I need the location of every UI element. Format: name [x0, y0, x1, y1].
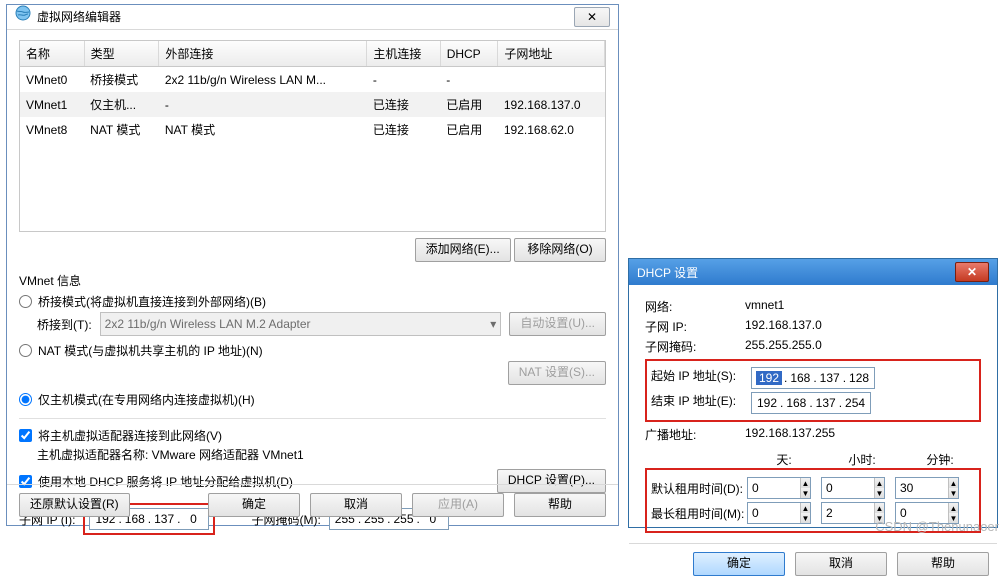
- restore-defaults-button[interactable]: 还原默认设置(R): [19, 493, 130, 517]
- default-hours-stepper[interactable]: ▲▼: [821, 477, 885, 499]
- nat-mode-radio[interactable]: [19, 344, 32, 357]
- ok-button[interactable]: 确定: [208, 493, 300, 517]
- network-table[interactable]: 名称类型外部连接主机连接DHCP子网地址 VMnet0桥接模式2x2 11b/g…: [19, 40, 606, 232]
- column-header[interactable]: 名称: [20, 41, 84, 67]
- connect-host-adapter-checkbox[interactable]: [19, 429, 32, 442]
- window-title: 虚拟网络编辑器: [37, 5, 121, 29]
- end-ip-label: 结束 IP 地址(E):: [651, 392, 751, 414]
- mins-header: 分钟:: [901, 451, 979, 468]
- connect-host-adapter-label: 将主机虚拟适配器连接到此网络(V): [38, 427, 222, 444]
- remove-network-button[interactable]: 移除网络(O): [514, 238, 606, 262]
- default-lease-label: 默认租用时间(D):: [651, 480, 747, 497]
- column-header[interactable]: 类型: [84, 41, 159, 67]
- dhcp-ok-button[interactable]: 确定: [693, 552, 785, 576]
- hours-header: 小时:: [823, 451, 901, 468]
- help-button[interactable]: 帮助: [514, 493, 606, 517]
- adapter-name-label: 主机虚拟适配器名称: VMware 网络适配器 VMnet1: [37, 446, 606, 463]
- bridge-mode-radio[interactable]: [19, 295, 32, 308]
- column-header[interactable]: 主机连接: [367, 41, 440, 67]
- bridge-to-label: 桥接到(T):: [37, 316, 92, 333]
- virtual-network-editor-window: 虚拟网络编辑器 ✕ 名称类型外部连接主机连接DHCP子网地址 VMnet0桥接模…: [6, 4, 619, 526]
- auto-settings-button: 自动设置(U)...: [509, 312, 606, 336]
- dhcp-settings-window: DHCP 设置 ✕ 网络:vmnet1 子网 IP:192.168.137.0 …: [628, 258, 998, 528]
- host-only-label: 仅主机模式(在专用网络内连接虚拟机)(H): [38, 391, 255, 408]
- apply-button: 应用(A): [412, 493, 504, 517]
- max-days-stepper[interactable]: ▲▼: [747, 502, 811, 524]
- default-days-stepper[interactable]: ▲▼: [747, 477, 811, 499]
- nat-mode-label: NAT 模式(与虚拟机共享主机的 IP 地址)(N): [38, 342, 263, 359]
- bridge-adapter-combo: 2x2 11b/g/n Wireless LAN M.2 Adapter▾: [100, 312, 502, 336]
- dhcp-title-bar: DHCP 设置 ✕: [629, 259, 997, 285]
- ip-range-highlight: 起始 IP 地址(S):192.168.137.128 结束 IP 地址(E):…: [645, 359, 981, 422]
- cancel-button[interactable]: 取消: [310, 493, 402, 517]
- title-bar: 虚拟网络编辑器 ✕: [7, 5, 618, 30]
- dhcp-subnet-mask-label: 子网掩码:: [645, 338, 745, 355]
- end-ip-input[interactable]: 192.168.137.254: [751, 392, 871, 414]
- dhcp-subnet-ip-label: 子网 IP:: [645, 318, 745, 335]
- column-header[interactable]: DHCP: [440, 41, 498, 67]
- chevron-down-icon: ▾: [490, 317, 496, 331]
- add-network-button[interactable]: 添加网络(E)...: [415, 238, 511, 262]
- network-value: vmnet1: [745, 298, 784, 315]
- nat-settings-button: NAT 设置(S)...: [508, 361, 606, 385]
- table-row[interactable]: VMnet0桥接模式2x2 11b/g/n Wireless LAN M...-…: [20, 67, 605, 93]
- bridge-mode-label: 桥接模式(将虚拟机直接连接到外部网络)(B): [38, 293, 266, 310]
- table-row[interactable]: VMnet1仅主机...-已连接已启用192.168.137.0: [20, 92, 605, 117]
- dhcp-close-button[interactable]: ✕: [955, 262, 989, 282]
- default-mins-stepper[interactable]: ▲▼: [895, 477, 959, 499]
- vmnet-info-label: VMnet 信息: [19, 272, 606, 289]
- network-label: 网络:: [645, 298, 745, 315]
- column-header[interactable]: 子网地址: [498, 41, 605, 67]
- table-row[interactable]: VMnet8NAT 模式NAT 模式已连接已启用192.168.62.0: [20, 117, 605, 142]
- start-ip-input[interactable]: 192.168.137.128: [751, 367, 875, 389]
- app-icon: [15, 5, 31, 29]
- broadcast-value: 192.168.137.255: [745, 426, 835, 443]
- dhcp-subnet-mask-value: 255.255.255.0: [745, 338, 822, 355]
- column-header[interactable]: 外部连接: [159, 41, 367, 67]
- days-header: 天:: [745, 451, 823, 468]
- max-lease-label: 最长租用时间(M):: [651, 505, 747, 522]
- broadcast-label: 广播地址:: [645, 426, 745, 443]
- watermark: CSDN @Thenunaoer: [875, 519, 999, 534]
- dhcp-help-button[interactable]: 帮助: [897, 552, 989, 576]
- dhcp-subnet-ip-value: 192.168.137.0: [745, 318, 822, 335]
- start-ip-label: 起始 IP 地址(S):: [651, 367, 751, 389]
- dhcp-cancel-button[interactable]: 取消: [795, 552, 887, 576]
- dhcp-window-title: DHCP 设置: [637, 264, 698, 281]
- close-button[interactable]: ✕: [574, 7, 610, 27]
- host-only-radio[interactable]: [19, 393, 32, 406]
